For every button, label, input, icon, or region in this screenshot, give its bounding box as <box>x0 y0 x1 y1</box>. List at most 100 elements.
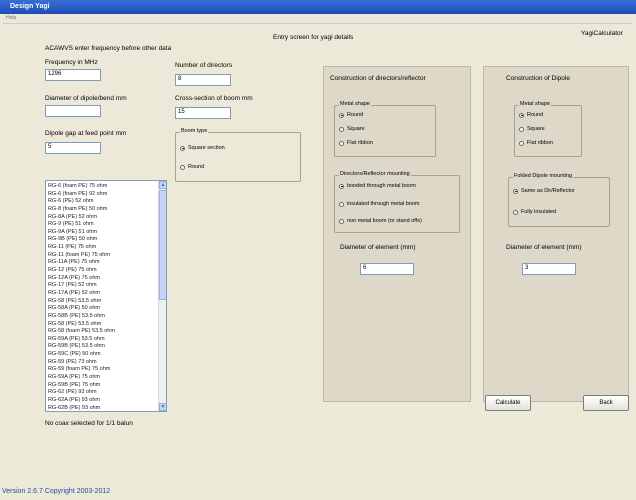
boom-type-round-option[interactable]: Round <box>180 164 204 170</box>
diameter-dipole-input[interactable] <box>45 105 101 117</box>
list-item[interactable]: RG-17A (PE) 52 ohm <box>48 290 156 298</box>
list-item[interactable]: RG-12 (PE) 75 ohm <box>48 267 156 275</box>
radio-icon[interactable] <box>180 145 185 151</box>
radio-icon[interactable] <box>513 188 518 194</box>
back-button[interactable]: Back <box>583 395 629 411</box>
mounting-bonded[interactable]: bonded through metal boom <box>339 183 416 189</box>
list-item[interactable]: RG-11 (foam PE) 75 ohm <box>48 252 156 260</box>
list-item[interactable]: RG-58A (PE) 50 ohm <box>48 305 156 313</box>
list-item[interactable]: RG-59A (PE) 53.5 ohm <box>48 336 156 344</box>
frequency-note: ACAWVS enter frequency before other data <box>45 45 172 52</box>
cable-list-scrollbar[interactable]: ▲ ▼ <box>158 181 166 411</box>
radio-icon[interactable] <box>519 126 524 132</box>
dipole-mounting-insulated[interactable]: Fully insulated <box>513 209 556 215</box>
list-item[interactable]: RG-58B (PE) 53.5 ohm <box>48 313 156 321</box>
radio-icon[interactable] <box>339 140 344 146</box>
frequency-label: Frequency in MHz <box>45 59 98 66</box>
radio-icon[interactable] <box>339 112 344 118</box>
dipole-diameter-input[interactable]: 3 <box>522 263 576 275</box>
directors-panel: Construction of directors/reflector Meta… <box>323 66 471 402</box>
boom-type-square-option[interactable]: Square section <box>180 145 225 151</box>
list-item[interactable]: RG-59A (PE) 75 ohm <box>48 374 156 382</box>
radio-icon[interactable] <box>339 183 344 189</box>
directors-shape-round-label: Round <box>347 112 364 118</box>
list-item[interactable]: RG-9 (PE) 51 ohm <box>48 221 156 229</box>
directors-diameter-input[interactable]: 6 <box>360 263 414 275</box>
dipole-diameter-label: Diameter of element (mm) <box>506 244 582 251</box>
directors-shape-flat[interactable]: Flat ribbon <box>339 140 373 146</box>
dipole-shape-flat[interactable]: Flat ribbon <box>519 140 553 146</box>
list-item[interactable]: RG-6 (foam PE) 75 ohm <box>48 183 156 191</box>
dipole-shape-flat-label: Flat ribbon <box>527 140 553 146</box>
list-item[interactable]: RG-11 (PE) 75 ohm <box>48 244 156 252</box>
scroll-thumb[interactable] <box>159 190 166 300</box>
dipole-mounting-insulated-label: Fully insulated <box>521 209 557 215</box>
coax-cable-items: RG-6 (foam PE) 75 ohm RG-6 (foam PE) 92 o… <box>48 183 156 411</box>
boom-cross-section-label: Cross-section of boom mm <box>175 95 253 102</box>
list-item[interactable]: RG-62A (PE) 93 ohm <box>48 397 156 405</box>
list-item[interactable]: RG-8 (foam PE) 50 ohm <box>48 206 156 214</box>
dipole-metal-shape-group: Metal shape Round Square Flat ribbon <box>514 101 582 157</box>
directors-mounting-group: Directors/Reflector mounting bonded thro… <box>334 171 460 233</box>
mounting-bonded-label: bonded through metal boom <box>347 183 416 189</box>
dipole-shape-round[interactable]: Round <box>519 112 543 118</box>
dipole-metal-shape-title: Metal shape <box>519 101 551 107</box>
directors-panel-title: Construction of directors/reflector <box>330 75 426 82</box>
form-area: Entry screen for yagi details YagiCalcul… <box>2 23 633 495</box>
list-item[interactable]: RG-9B (PE) 50 ohm <box>48 236 156 244</box>
list-item[interactable]: RG-59B (PE) 53.5 ohm <box>48 343 156 351</box>
list-item[interactable]: RG-59C (PE) 50 ohm <box>48 351 156 359</box>
dipole-shape-round-label: Round <box>527 112 544 118</box>
list-item[interactable]: RG-58 (PE) 53.5 ohm <box>48 321 156 329</box>
boom-type-round-label: Round <box>188 164 205 170</box>
dipole-gap-label: Dipole gap at feed point mm <box>45 130 127 137</box>
list-item[interactable]: RG-58 (foam PE) 53.5 ohm <box>48 328 156 336</box>
frequency-input[interactable]: 1296 <box>45 69 101 81</box>
boom-cross-section-input[interactable]: 15 <box>175 107 231 119</box>
list-item[interactable]: RG-6 (foam PE) 92 ohm <box>48 191 156 199</box>
mounting-insulated[interactable]: insulated through metal boom <box>339 201 419 207</box>
radio-icon[interactable] <box>519 112 524 118</box>
list-item[interactable]: RG-59 (PE) 73 ohm <box>48 359 156 367</box>
radio-icon[interactable] <box>339 126 344 132</box>
menu-help[interactable]: Help <box>6 15 16 21</box>
entry-screen-title: Entry screen for yagi details <box>273 34 354 41</box>
directors-metal-shape-group: Metal shape Round Square Flat ribbon <box>334 101 436 157</box>
radio-icon[interactable] <box>519 140 524 146</box>
diameter-dipole-label: Diameter of dipole/bend mm <box>45 95 127 102</box>
directors-shape-flat-label: Flat ribbon <box>347 140 373 146</box>
list-item[interactable]: RG-17 (PE) 52 ohm <box>48 282 156 290</box>
scroll-up-icon[interactable]: ▲ <box>159 181 166 189</box>
radio-icon[interactable] <box>180 164 185 170</box>
dipole-mounting-group: Folded Dipole mounting Same as Dir/Refle… <box>508 173 610 227</box>
list-item[interactable]: RG-62B (PE) 93 ohm <box>48 405 156 411</box>
list-item[interactable]: RG-59B (PE) 75 ohm <box>48 382 156 390</box>
directors-shape-round[interactable]: Round <box>339 112 363 118</box>
list-item[interactable]: RG-12A (PE) 75 ohm <box>48 275 156 283</box>
list-item[interactable]: RG-62 (PE) 93 ohm <box>48 389 156 397</box>
coax-cable-list[interactable]: RG-6 (foam PE) 75 ohm RG-6 (foam PE) 92 o… <box>45 180 167 412</box>
directors-shape-square[interactable]: Square <box>339 126 365 132</box>
radio-icon[interactable] <box>513 209 518 215</box>
dipole-gap-input[interactable]: 5 <box>45 142 101 154</box>
list-item[interactable]: RG-8A (PE) 52 ohm <box>48 214 156 222</box>
scroll-down-icon[interactable]: ▼ <box>159 403 166 411</box>
num-directors-input[interactable]: 8 <box>175 74 231 86</box>
boom-type-square-label: Square section <box>188 145 225 151</box>
mounting-non-metal-label: non metal boom (or stand offs) <box>347 218 422 224</box>
list-item[interactable]: RG-11A (PE) 75 ohm <box>48 259 156 267</box>
dipole-shape-square[interactable]: Square <box>519 126 545 132</box>
list-item[interactable]: RG-59 (foam PE) 75 ohm <box>48 366 156 374</box>
radio-icon[interactable] <box>339 218 344 224</box>
list-item[interactable]: RG-9A (PE) 51 ohm <box>48 229 156 237</box>
dipole-mounting-same[interactable]: Same as Dir/Reflector <box>513 188 575 194</box>
radio-icon[interactable] <box>339 201 344 207</box>
list-item[interactable]: RG-58 (PE) 53.5 ohm <box>48 298 156 306</box>
mounting-insulated-label: insulated through metal boom <box>347 201 420 207</box>
calculate-button[interactable]: Calculate <box>485 395 531 411</box>
mounting-non-metal[interactable]: non metal boom (or stand offs) <box>339 218 422 224</box>
directors-metal-shape-title: Metal shape <box>339 101 371 107</box>
directors-shape-square-label: Square <box>347 126 365 132</box>
list-item[interactable]: RG-6 (PE) 52 ohm <box>48 198 156 206</box>
dipole-panel: Construction of Dipole Metal shape Round… <box>483 66 629 402</box>
